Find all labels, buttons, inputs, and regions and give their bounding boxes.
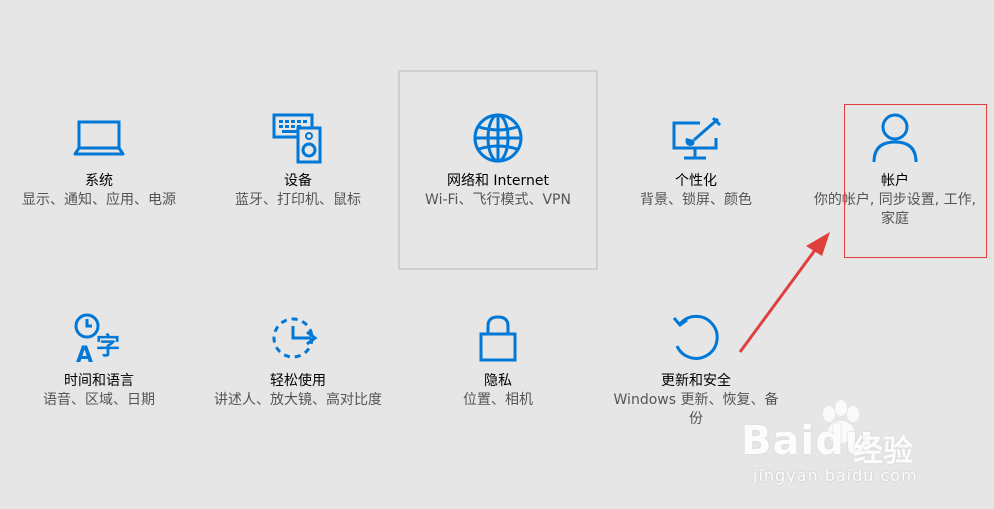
settings-tile-time-language[interactable]: A 字 时间和语言 语音、区域、日期 xyxy=(0,270,198,470)
paint-brush-monitor-icon xyxy=(670,116,722,164)
settings-tile-personalization[interactable]: 个性化 背景、锁屏、颜色 xyxy=(597,70,795,270)
keyboard-speaker-icon xyxy=(272,112,324,164)
tile-description: 你的帐户, 同步设置, 工作, 家庭 xyxy=(813,192,977,227)
tile-description: 显示、通知、应用、电源 xyxy=(22,192,176,208)
svg-text:A: A xyxy=(76,343,93,366)
settings-tile-update-security[interactable]: 更新和安全 Windows 更新、恢复、备份 xyxy=(597,270,795,470)
tile-description: 语音、区域、日期 xyxy=(43,392,155,408)
lock-icon xyxy=(478,314,518,362)
tile-title: 隐私 xyxy=(484,373,512,389)
settings-tile-ease-of-access[interactable]: 轻松使用 讲述人、放大镜、高对比度 xyxy=(199,270,397,470)
settings-tile-accounts[interactable]: 帐户 你的帐户, 同步设置, 工作, 家庭 xyxy=(796,70,994,270)
tile-title: 设备 xyxy=(284,173,312,189)
settings-tile-devices[interactable]: 设备 蓝牙、打印机、鼠标 xyxy=(199,70,397,270)
tile-description: Windows 更新、恢复、备份 xyxy=(613,392,779,427)
svg-text:字: 字 xyxy=(96,332,120,360)
tile-description: 蓝牙、打印机、鼠标 xyxy=(235,192,361,208)
tile-title: 个性化 xyxy=(675,173,717,189)
watermark-brand-cn: 经验 xyxy=(853,434,913,469)
tile-description: 讲述人、放大镜、高对比度 xyxy=(214,392,382,408)
refresh-icon xyxy=(670,312,722,364)
ease-of-access-icon xyxy=(271,316,325,362)
person-icon xyxy=(870,112,920,164)
laptop-icon xyxy=(73,118,125,158)
tile-description: 背景、锁屏、颜色 xyxy=(640,192,752,208)
settings-tile-system[interactable]: 系统 显示、通知、应用、电源 xyxy=(0,70,198,270)
settings-tile-privacy[interactable]: 隐私 位置、相机 xyxy=(398,270,598,470)
paw-logo-icon xyxy=(823,400,859,443)
globe-icon xyxy=(472,112,524,164)
tile-description: Wi-Fi、飞行模式、VPN xyxy=(425,192,571,208)
tile-title: 更新和安全 xyxy=(661,373,731,389)
tile-title: 网络和 Internet xyxy=(446,173,550,189)
tile-title: 帐户 xyxy=(881,173,909,189)
settings-tile-network[interactable]: 网络和 Internet Wi-Fi、飞行模式、VPN xyxy=(398,70,598,270)
tile-title: 系统 xyxy=(85,173,113,189)
tile-title: 轻松使用 xyxy=(270,373,326,389)
clock-language-icon: A 字 xyxy=(72,312,126,366)
tile-title: 时间和语言 xyxy=(64,373,134,389)
tile-description: 位置、相机 xyxy=(463,392,533,408)
